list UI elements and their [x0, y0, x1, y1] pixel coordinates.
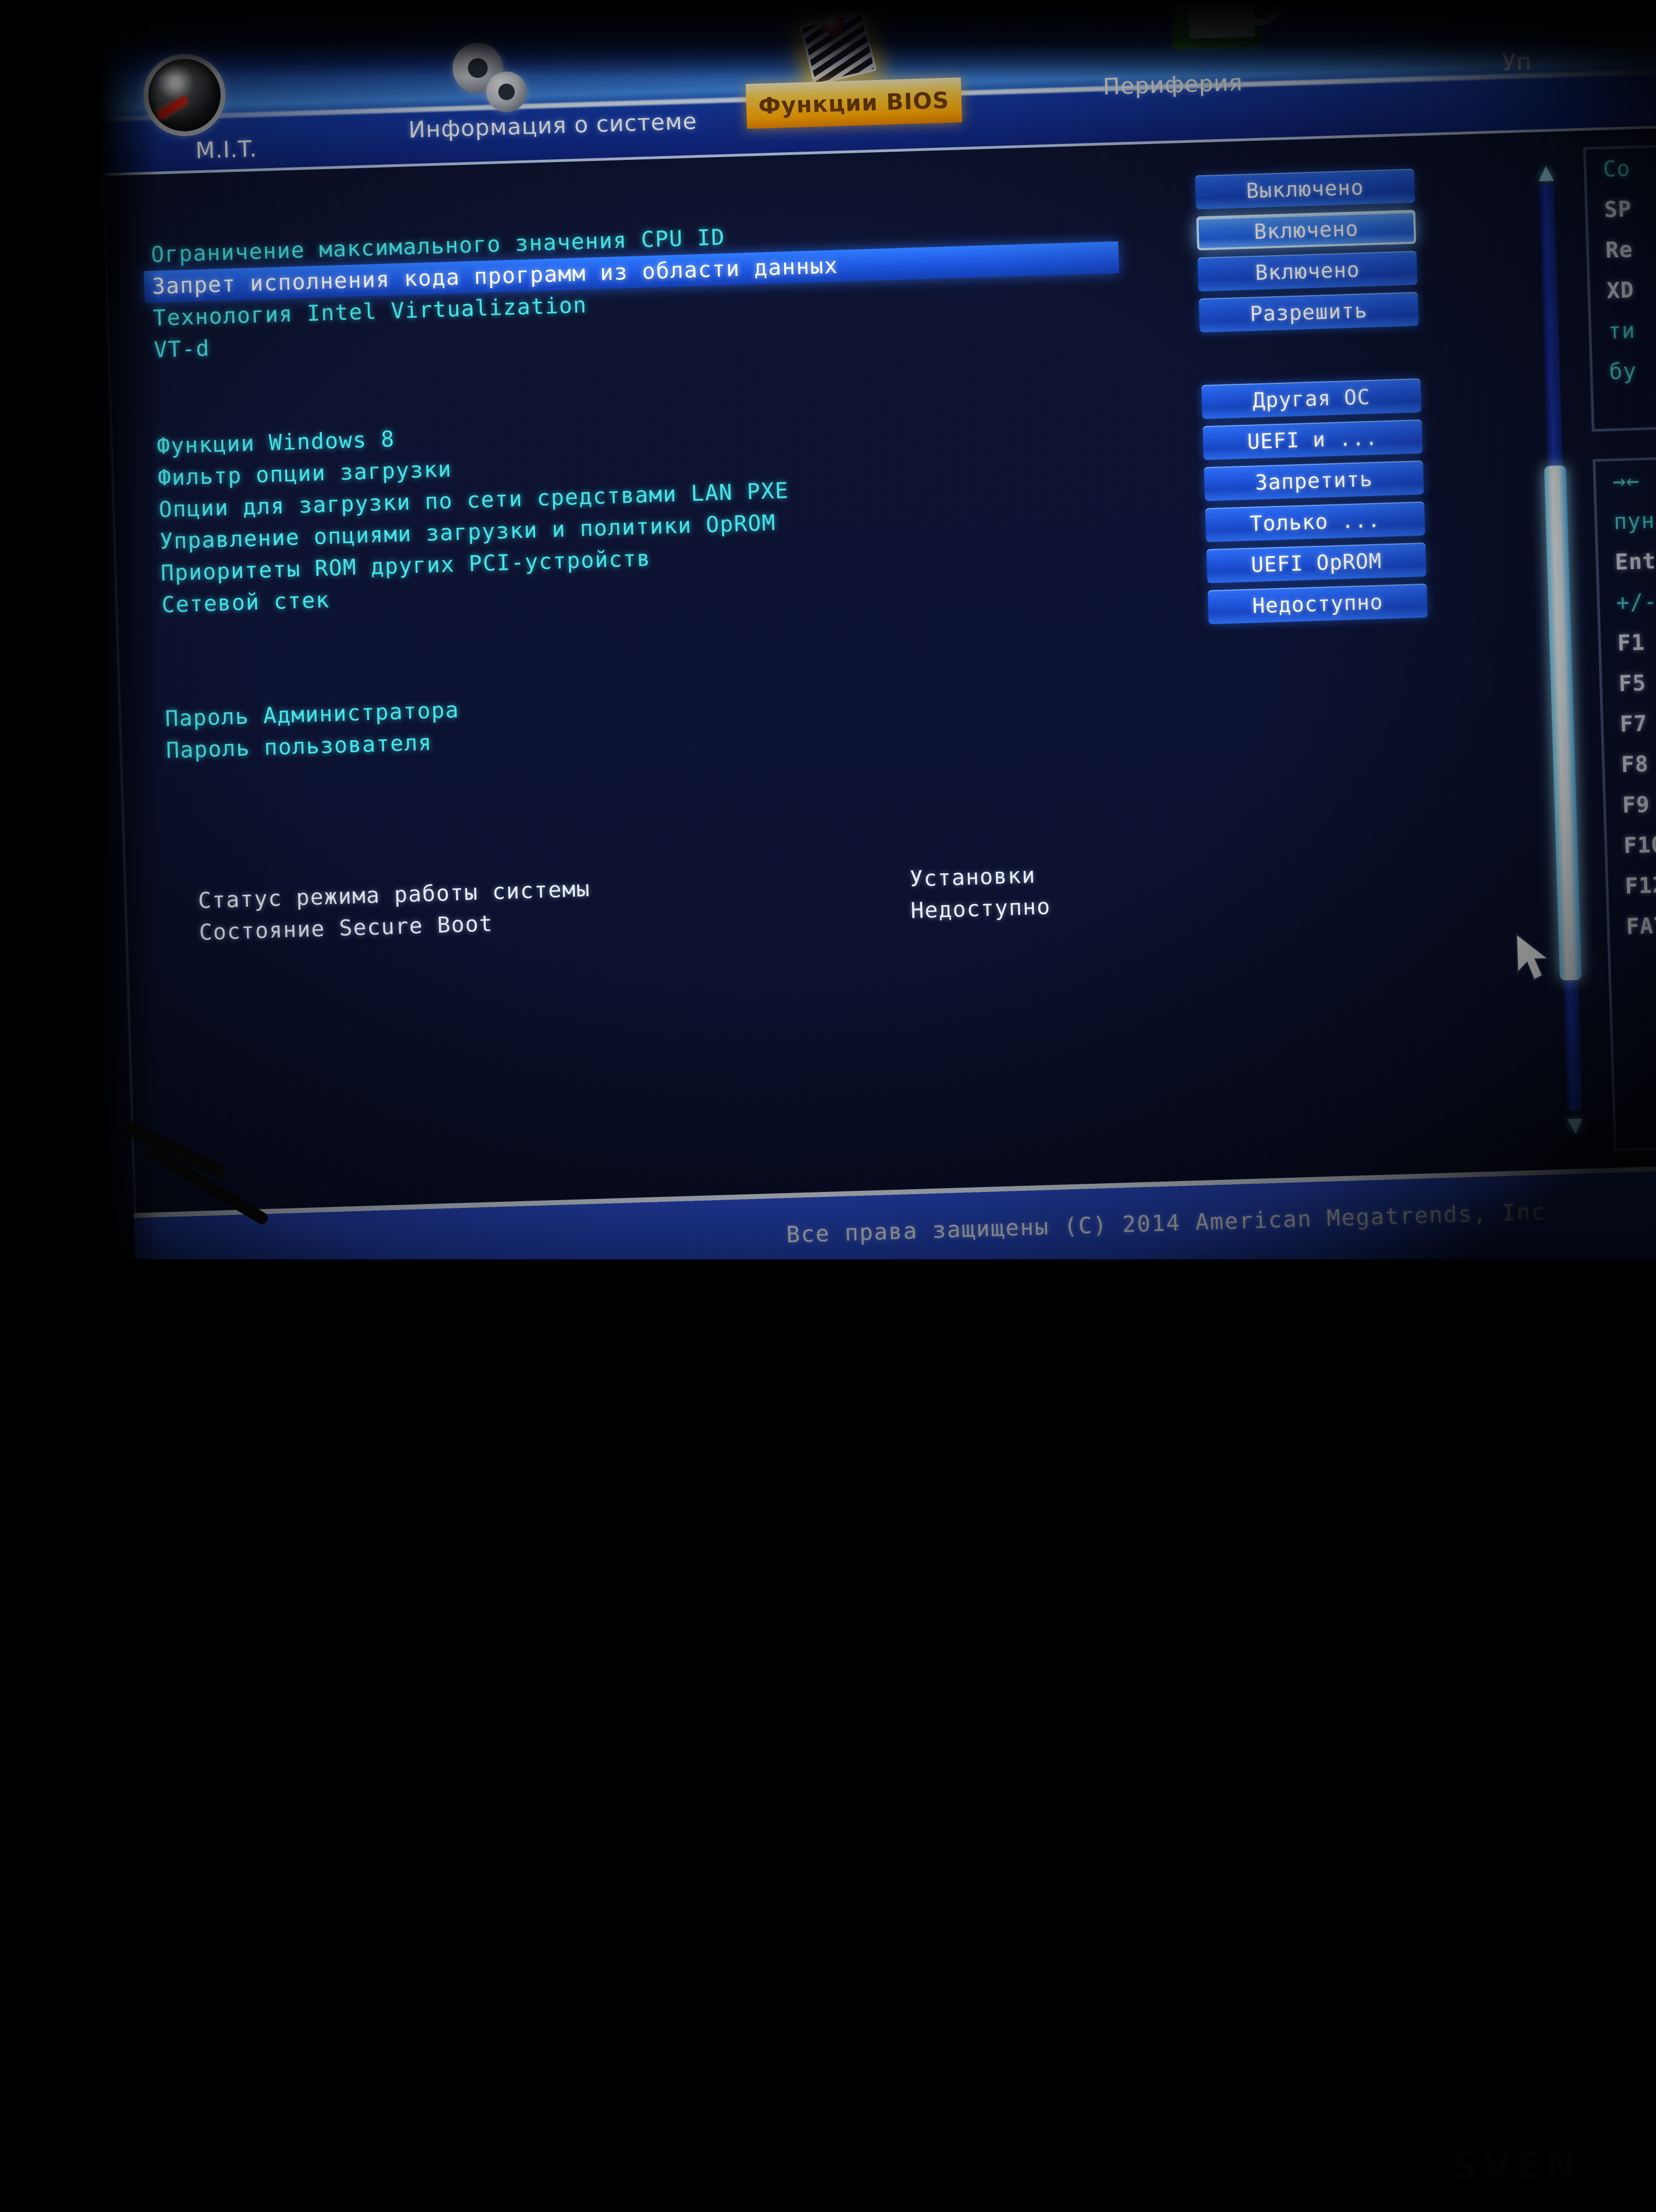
status-value-secure-boot: Недоступно	[910, 891, 1051, 927]
help-key-f1: F1	[1601, 618, 1656, 664]
help-panel-keys: →← пун Ent +/- F1 F5 F7 F8 F9 F10 F12 FA…	[1592, 453, 1656, 1151]
photo-dark-desk	[0, 1259, 1656, 2212]
help-top-line-3: Re	[1589, 226, 1656, 272]
help-top-line-6: бу	[1592, 347, 1656, 393]
tab-system-info[interactable]: Информация о системе	[396, 99, 710, 153]
help-key-enter: Ent	[1598, 537, 1656, 583]
tab-mit[interactable]: M.I.T.	[183, 126, 270, 174]
help-key-fat: FAT	[1609, 902, 1656, 948]
bios-screen: GIGABYTE M.I.T. Информация о систем	[13, 0, 1656, 1320]
value-button-boot-option-filter[interactable]: UEFI и ...	[1203, 419, 1423, 460]
help-key-item: пун	[1597, 497, 1656, 543]
help-key-plusminus: +/-	[1599, 578, 1656, 624]
scroll-up-arrow-icon[interactable]: ▲	[1530, 159, 1562, 184]
value-button-oprom-policy[interactable]: Только ...	[1205, 502, 1425, 542]
monitor-brand-logo: SVEN	[1451, 2144, 1580, 2188]
value-button-network-boot-lan-pxe[interactable]: Запретить	[1204, 460, 1424, 501]
help-top-line-1: Co	[1586, 145, 1656, 191]
help-key-arrows: →←	[1595, 456, 1656, 502]
monitor-screen: GIGABYTE M.I.T. Информация о систем	[13, 0, 1656, 1320]
value-buttons-column: Выключено Включено Включено Разрешить Др…	[1195, 169, 1428, 631]
help-top-line-2: SP	[1587, 185, 1656, 231]
copyright-text: Все права защищены (C) 2014 American Meg…	[786, 1199, 1546, 1248]
tab-bios-features[interactable]: Функции BIOS	[746, 77, 962, 129]
value-button-windows8-features[interactable]: Другая ОС	[1201, 378, 1422, 419]
scrollbar-thumb[interactable]	[1544, 465, 1582, 981]
help-key-f8: F8	[1604, 740, 1656, 786]
value-button-network-stack[interactable]: Недоступно	[1208, 584, 1428, 624]
photo-of-monitor: GIGABYTE M.I.T. Информация о систем	[0, 0, 1656, 2208]
help-key-f10: F10	[1607, 821, 1656, 867]
status-value-system-mode: Установки	[909, 860, 1036, 895]
help-key-f12: F12	[1608, 861, 1656, 907]
settings-menu-list: Ограничение максимального значения CPU I…	[151, 210, 1125, 767]
system-status-block: Статус режима работы системы Установки С…	[198, 846, 1458, 948]
value-button-execute-disable-bit[interactable]: Включено	[1196, 210, 1416, 250]
settings-scrollbar[interactable]: ▲ ▼	[1529, 159, 1592, 1137]
scroll-down-arrow-icon[interactable]: ▼	[1559, 1111, 1591, 1137]
value-button-cpuid-limit[interactable]: Выключено	[1195, 169, 1415, 209]
value-button-intel-virtualization[interactable]: Включено	[1198, 251, 1418, 291]
help-key-f7: F7	[1603, 699, 1656, 745]
help-top-line-4: XD	[1590, 266, 1656, 312]
value-button-vt-d[interactable]: Разрешить	[1199, 292, 1419, 332]
bios-body-frame: Ограничение максимального значения CPU I…	[102, 124, 1656, 1213]
settings-pane: Ограничение максимального значения CPU I…	[105, 133, 1538, 1213]
photo-top-shadow	[0, 0, 1656, 77]
help-panel-top: Co SP Re XD ти бу	[1583, 142, 1656, 432]
help-top-line-5: ти	[1591, 307, 1656, 353]
help-key-f5: F5	[1602, 659, 1656, 705]
value-button-other-pci-rom-priority[interactable]: UEFI OpROM	[1206, 543, 1427, 583]
help-key-f9: F9	[1606, 780, 1656, 826]
